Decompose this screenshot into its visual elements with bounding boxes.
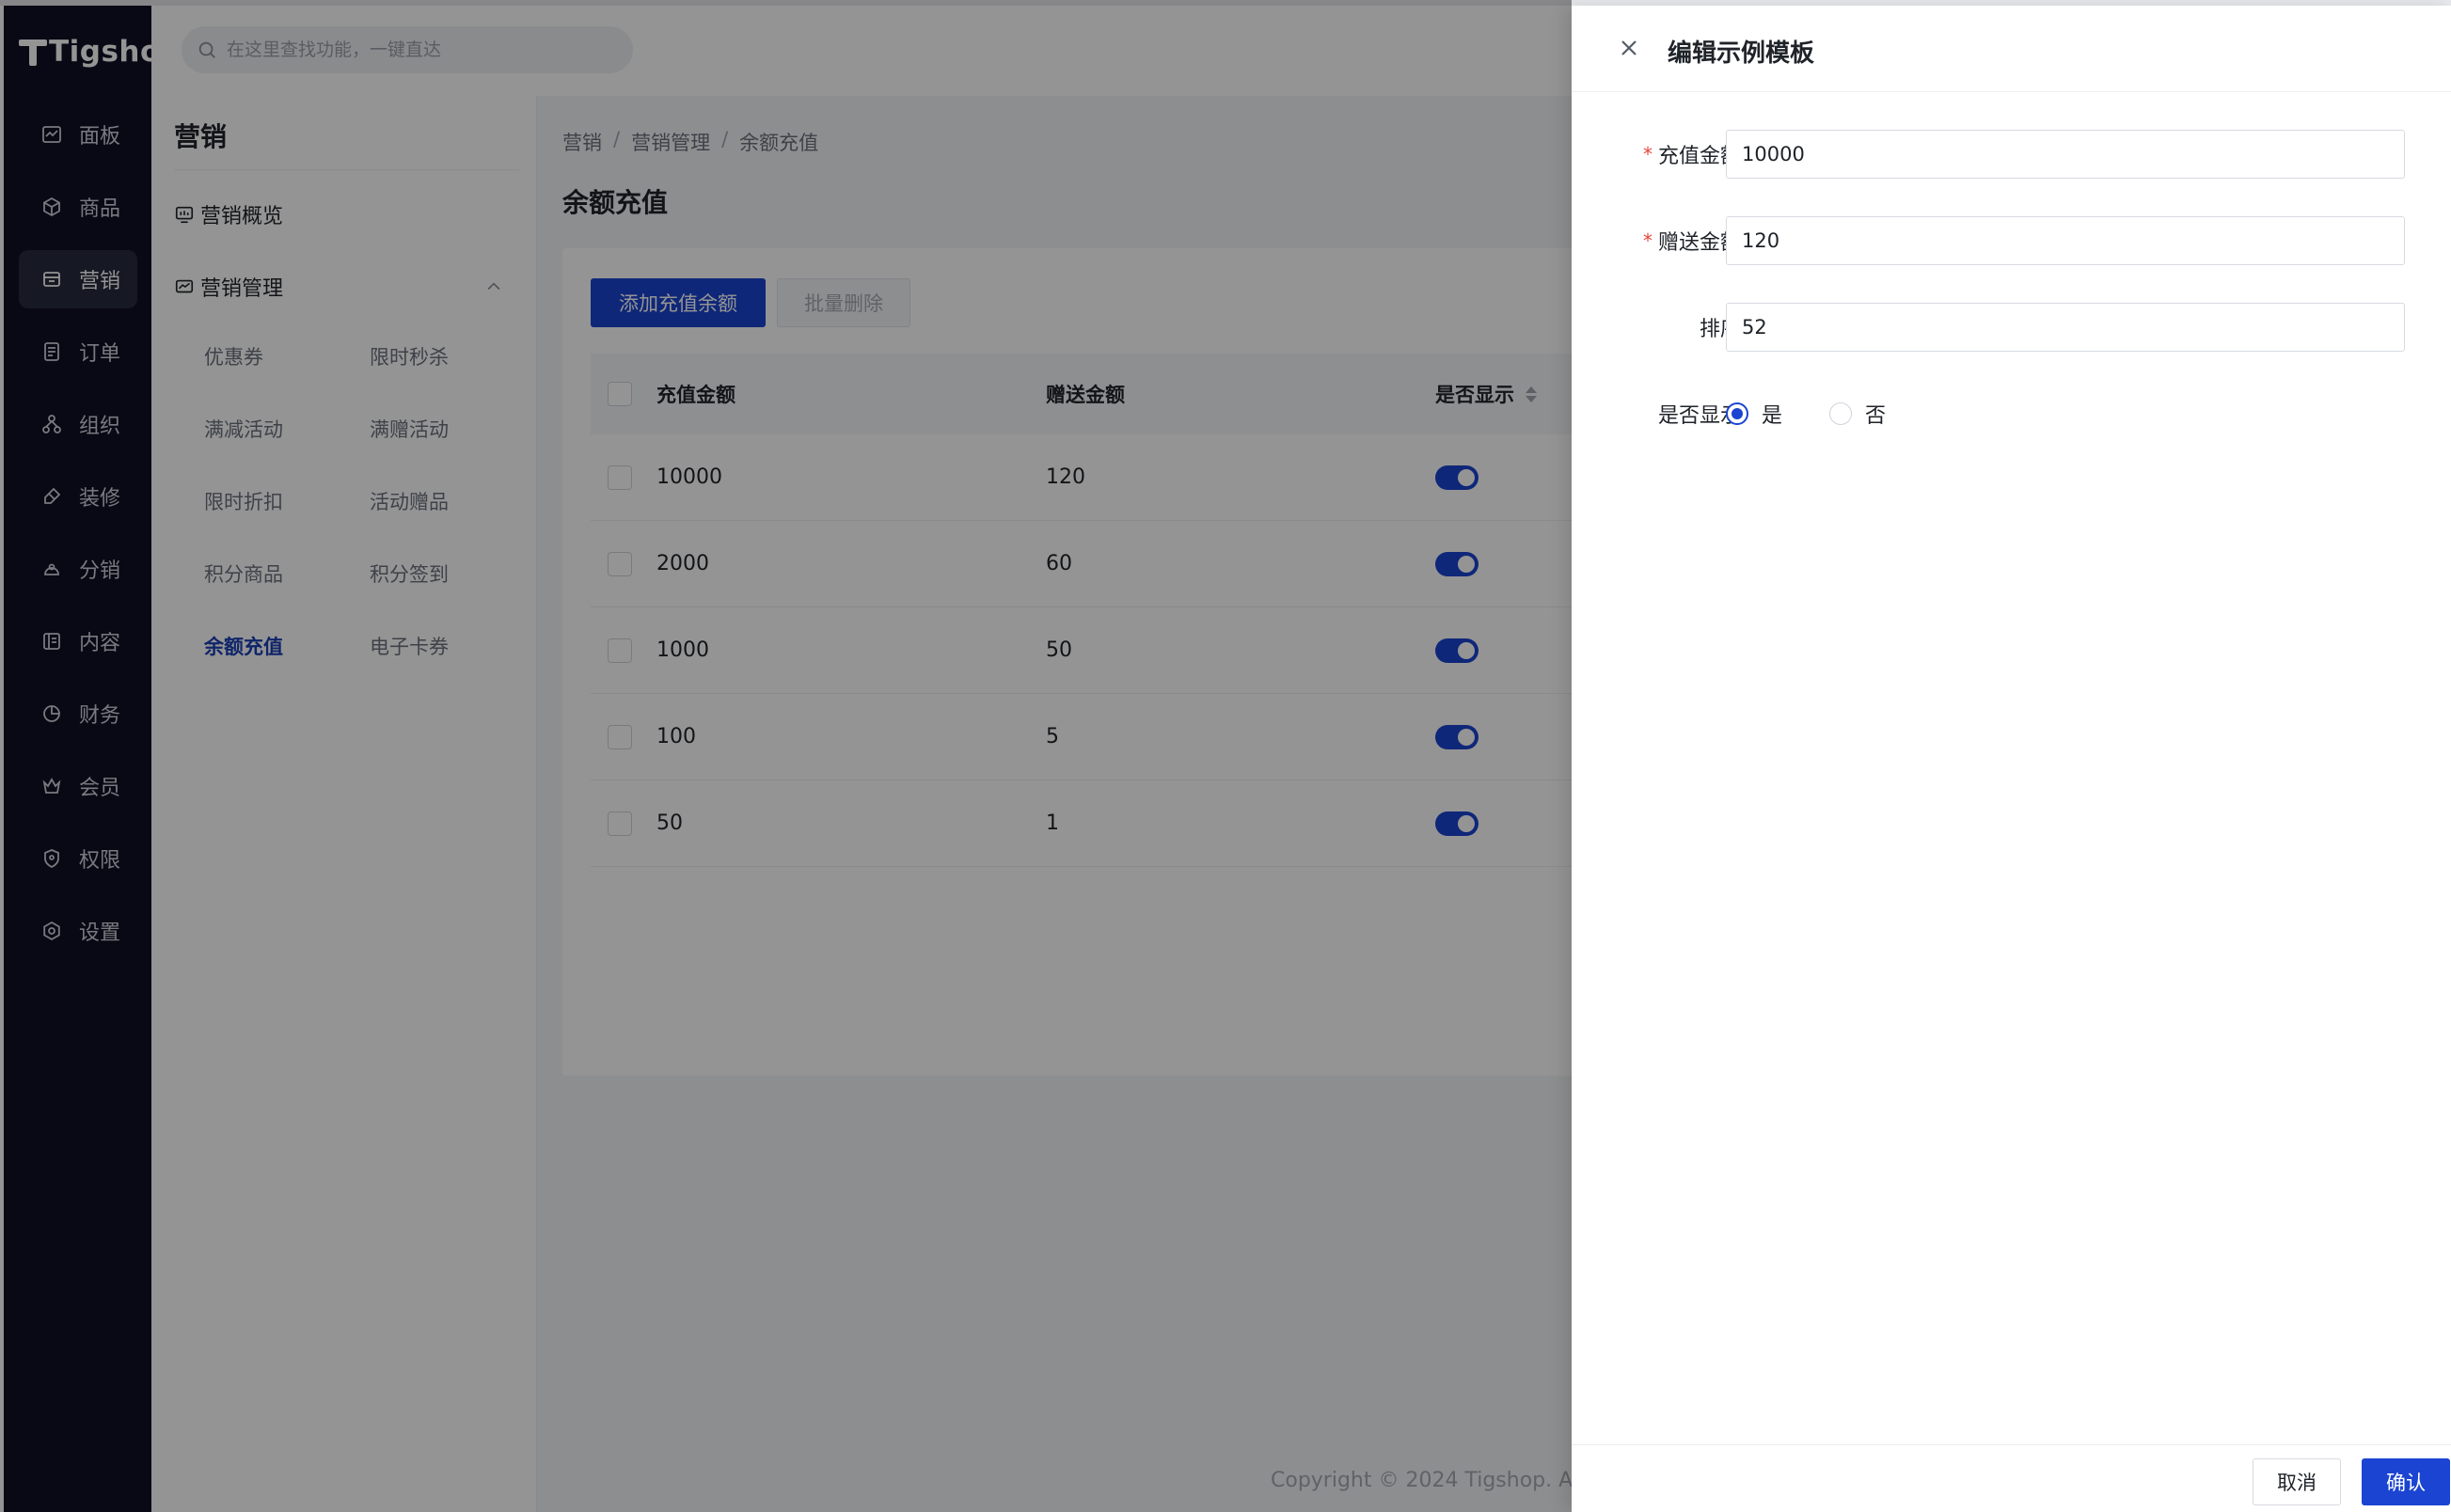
app-root: Tigshop 面板 商品 营销 订单 组织 装修 分销 内容 财务 会员 权限…	[0, 0, 2451, 1512]
modal-overlay[interactable]	[0, 0, 1572, 1512]
required-mark: *	[1642, 143, 1652, 165]
close-icon[interactable]	[1615, 34, 1643, 62]
bonus-field[interactable]	[1726, 216, 2405, 265]
required-mark: *	[1642, 229, 1652, 252]
confirm-button[interactable]: 确认	[2362, 1458, 2450, 1505]
radio-no[interactable]	[1829, 402, 1853, 425]
amount-field[interactable]	[1726, 130, 2405, 179]
drawer-title: 编辑示例模板	[1668, 39, 1815, 68]
drawer-header: 编辑示例模板	[1572, 6, 2451, 92]
form-row-bonus: * 赠送金额	[1572, 216, 2451, 265]
radio-yes-label[interactable]: 是	[1762, 399, 1782, 429]
form-row-sort: 排序	[1572, 303, 2451, 352]
cancel-button[interactable]: 取消	[2253, 1458, 2341, 1505]
show-radio-group: 是 否	[1726, 389, 1933, 438]
radio-no-label[interactable]: 否	[1865, 399, 1886, 429]
form-row-show: 是否显示 是 否	[1572, 389, 2451, 438]
sort-field[interactable]	[1726, 303, 2405, 352]
radio-yes[interactable]	[1726, 402, 1748, 425]
drawer-footer: 取消 确认	[1572, 1444, 2451, 1512]
form-row-amount: * 充值金额	[1572, 130, 2451, 179]
edit-drawer: 编辑示例模板 *充值金额 *赠送金额 排序 是否显示 是 否 取消 确认	[1572, 6, 2451, 1512]
